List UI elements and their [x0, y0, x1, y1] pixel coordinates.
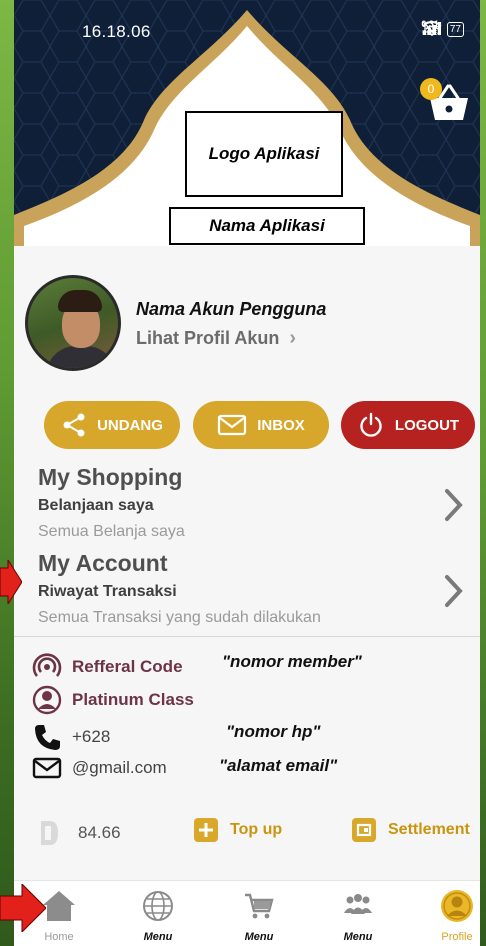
nav-menu-3-label: Menu — [343, 931, 373, 943]
shopping-cart-icon — [245, 893, 274, 919]
nav-home-label: Home — [44, 931, 74, 943]
logout-label: LOGOUT — [394, 416, 460, 434]
status-icons: 0,31 KB/S 77 — [421, 20, 464, 38]
my-account-item[interactable]: My Account Riwayat Transaksi Semua Trans… — [38, 550, 480, 627]
chevron-right-icon — [445, 489, 463, 521]
bottom-nav: Home Menu Menu Menu Profile — [14, 880, 480, 946]
my-shopping-subtitle: Belanjaan saya — [38, 497, 154, 514]
phone-note: "nomor hp" — [226, 722, 321, 741]
my-shopping-item[interactable]: My Shopping Belanjaan saya Semua Belanja… — [38, 464, 480, 541]
nav-menu-2-label: Menu — [244, 931, 274, 943]
settlement-label: Settlement — [388, 821, 470, 838]
settlement-button[interactable]: Settlement — [352, 818, 470, 842]
topup-label: Top up — [230, 821, 283, 838]
header-banner: 16.18.06 0,31 KB/S — [14, 0, 480, 262]
avatar[interactable] — [25, 275, 121, 371]
chevron-right-icon — [445, 575, 463, 607]
arrow-right-icon — [0, 884, 46, 932]
home-icon — [43, 891, 75, 921]
action-buttons: UNDANG INBOX LOGOUT — [44, 401, 475, 449]
status-time: 16.18.06 — [82, 22, 151, 41]
chevron-right-icon: › — [289, 327, 297, 349]
phone-screen: 16.18.06 0,31 KB/S — [14, 0, 480, 946]
my-shopping-title: My Shopping — [38, 464, 183, 490]
view-profile-link[interactable]: Lihat Profil Akun › — [136, 327, 296, 350]
view-profile-label: Lihat Profil Akun — [136, 328, 280, 348]
invite-label: UNDANG — [97, 416, 163, 434]
group-icon — [344, 894, 372, 914]
profile-icon — [441, 890, 473, 922]
nav-menu-1[interactable]: Menu — [123, 885, 193, 945]
cart-badge: 0 — [420, 78, 442, 100]
email-note: "alamat email" — [219, 756, 338, 775]
coin-icon — [41, 821, 58, 845]
my-account-title: My Account — [38, 550, 168, 576]
my-account-description: Semua Transaksi yang sudah dilakukan — [38, 609, 321, 626]
phone-row: +628 — [32, 722, 110, 752]
my-account-subtitle: Riwayat Transaksi — [38, 583, 177, 600]
balance-row: 84.66 — [38, 818, 121, 848]
right-decoration — [480, 0, 486, 946]
broadcast-icon — [32, 653, 62, 677]
email-row: @gmail.com — [32, 756, 167, 780]
nav-profile-label: Profile — [441, 931, 473, 943]
inbox-button[interactable]: INBOX — [193, 401, 329, 449]
app-logo-placeholder: Logo Aplikasi — [185, 111, 343, 197]
nav-menu-1-label: Menu — [143, 931, 173, 943]
nav-menu-2[interactable]: Menu — [224, 885, 294, 945]
my-shopping-description: Semua Belanja saya — [38, 523, 185, 540]
mail-icon — [218, 414, 247, 436]
battery-indicator: 77 — [446, 21, 464, 37]
nav-menu-3[interactable]: Menu — [323, 885, 393, 945]
nav-profile[interactable]: Profile — [422, 885, 480, 945]
class-row: Platinum Class — [32, 685, 194, 715]
user-circle-icon — [32, 685, 62, 715]
divider — [14, 636, 480, 637]
plus-icon — [194, 818, 218, 842]
status-bar: 16.18.06 0,31 KB/S — [14, 0, 480, 60]
referral-note: "nomor member" — [222, 652, 362, 671]
app-name-placeholder: Nama Aplikasi — [169, 207, 365, 245]
topup-button[interactable]: Top up — [194, 818, 282, 842]
mail-icon — [32, 757, 62, 779]
left-decoration — [0, 0, 14, 946]
phone-icon — [35, 725, 60, 750]
cart-button[interactable]: 0 — [420, 78, 472, 126]
email-address: @gmail.com — [72, 758, 167, 777]
power-icon — [360, 412, 382, 437]
wallet-icon — [352, 818, 376, 842]
account-name: Nama Akun Pengguna — [136, 299, 327, 319]
globe-icon — [143, 891, 173, 921]
arrow-right-icon — [0, 560, 22, 604]
referral-label: Refferal Code — [72, 657, 183, 676]
logout-button[interactable]: LOGOUT — [341, 401, 475, 449]
signal-icon — [423, 22, 442, 35]
referral-row: Refferal Code — [32, 652, 183, 682]
balance-value: 84.66 — [78, 823, 121, 842]
invite-button[interactable]: UNDANG — [44, 401, 180, 449]
inbox-label: INBOX — [257, 416, 305, 434]
phone-number: +628 — [72, 727, 111, 746]
share-icon — [63, 413, 85, 437]
membership-class: Platinum Class — [72, 690, 194, 709]
